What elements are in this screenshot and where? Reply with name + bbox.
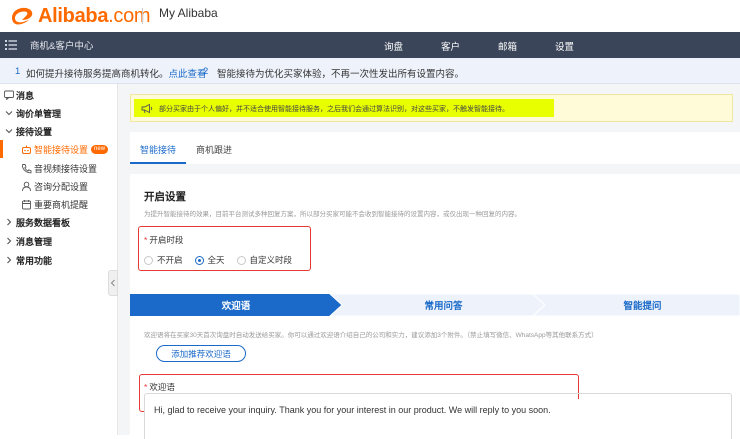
radio-circle-selected [194,255,204,265]
tip-number: 2 [203,66,209,77]
chevron-right-icon [7,256,12,264]
sidebar-item-label: 常用功能 [16,255,53,266]
nav-section-title: 商机&客户中心 [30,41,94,52]
tip-text: 智能接待为优化买家体验，不再一次性发出所有设置内容。 [217,69,465,80]
nav-item-customers[interactable]: 客户 [441,39,460,53]
message-icon [4,90,14,100]
sidebar-item-label: 消息管理 [16,236,53,247]
sidebar-item-label: 消息 [16,90,35,101]
main-content: 部分买家由于个人偏好，并不适合使用智能接待服务，之后我们会通过算法识别，对这些买… [118,84,740,439]
period-label: * 开启时段 [144,235,184,245]
tip-link[interactable]: 点此查看 [169,69,207,80]
sidebar-item-label: 服务数据看板 [16,217,71,228]
tab-opportunity-followup[interactable]: 商机跟进 [196,143,232,156]
radio-custom-period[interactable]: 自定义时段 [236,254,292,266]
step-smart-question[interactable]: 智能提问 [545,294,740,316]
tabs-bar: 智能接待 商机跟进 [130,132,740,164]
top-header: Alibaba.com My Alibaba [0,0,740,32]
section-title: 开启设置 [144,191,186,203]
app-name[interactable]: My Alibaba [159,6,218,20]
robot-icon [22,145,31,154]
step-welcome[interactable]: 欢迎语 [130,294,342,316]
period-radio-group: 不开启 全天 自定义时段 [144,254,304,266]
tip-number: 1 [15,66,21,77]
menu-icon[interactable] [5,39,17,51]
nav-item-mailbox[interactable]: 邮箱 [498,39,517,53]
active-indicator [0,140,3,158]
notice-text: 部分买家由于个人偏好，并不适合使用智能接待服务，之后我们会通过算法识别，对这些买… [159,106,509,113]
sidebar: 消息 询价单管理 接待设置 智能接待设置 new 音视频接待设置 咨询分配设置 … [0,84,118,435]
user-icon [22,181,31,191]
sidebar-item-messages[interactable]: 消息 [0,86,118,104]
sidebar-item-quotations[interactable]: 询价单管理 [0,104,118,122]
chevron-down-icon [5,111,13,116]
sidebar-collapse-handle[interactable] [108,270,118,296]
sidebar-item-label: 智能接待设置 [34,144,89,155]
chevron-right-icon [7,237,12,245]
welcome-text-field[interactable]: Hi, glad to receive your inquiry. Thank … [144,399,732,439]
welcome-label: * 欢迎语 [144,382,175,392]
megaphone-icon [141,103,153,114]
sidebar-item-av-reception[interactable]: 音视频接待设置 [0,159,118,177]
sidebar-item-inquiry-allocation[interactable]: 咨询分配设置 [0,177,118,195]
calendar-icon [22,199,31,209]
sidebar-item-service-dashboard[interactable]: 服务数据看板 [0,213,118,231]
sidebar-item-label: 音视频接待设置 [34,163,98,174]
radio-all-day[interactable]: 全天 [194,254,225,266]
step-common-qa[interactable]: 常用问答 [342,294,545,316]
chevron-down-icon [5,129,13,134]
add-recommended-welcome-button[interactable]: 添加推荐欢迎语 [156,345,246,362]
sidebar-item-opportunity-reminder[interactable]: 重要商机提醒 [0,195,118,213]
phone-icon [22,163,32,173]
header-divider [142,8,143,24]
sidebar-item-label: 咨询分配设置 [34,181,89,192]
settings-card: 开启设置 为提升智能接待的效果，目前平台测试多种回复方案，所以部分买家可能不会收… [130,174,740,439]
nav-item-settings[interactable]: 设置 [555,39,574,53]
notice-banner: 部分买家由于个人偏好，并不适合使用智能接待服务，之后我们会通过算法识别，对这些买… [130,94,733,122]
sidebar-item-label: 询价单管理 [16,108,62,119]
sidebar-item-smart-reception[interactable]: 智能接待设置 new [0,140,118,158]
logo-text: Alibaba.com [38,4,151,27]
tip-text: 如何提升接待服务提高商机转化。点此查看 [26,69,207,80]
alibaba-logo[interactable]: Alibaba.com [8,2,151,30]
alibaba-logo-icon [12,7,33,25]
active-tab-underline [130,162,186,164]
radio-off[interactable]: 不开启 [144,254,183,266]
welcome-description: 欢迎语将在买家30天首次询盘时自动发送给买家。你可以通过欢迎语介绍自己的公司和实… [144,332,598,339]
radio-circle [144,255,153,265]
radio-circle [236,255,246,265]
new-badge: new [91,144,109,154]
main-navbar: 商机&客户中心 询盘 客户 邮箱 设置 [0,32,740,58]
chevron-left-icon [110,279,115,287]
sidebar-item-message-management[interactable]: 消息管理 [0,232,118,250]
sidebar-item-reception[interactable]: 接待设置 [0,122,118,140]
chevron-right-icon [7,218,12,226]
tips-bar: 1 如何提升接待服务提高商机转化。点此查看 2 智能接待为优化买家体验，不再一次… [0,58,740,84]
sidebar-item-label: 重要商机提醒 [34,199,89,210]
nav-item-inquiry[interactable]: 询盘 [384,39,403,53]
sidebar-item-common-functions[interactable]: 常用功能 [0,251,118,269]
section-description: 为提升智能接待的效果，目前平台测试多种回复方案，所以部分买家可能不会收到智能接待… [144,211,521,218]
sidebar-item-label: 接待设置 [16,126,53,137]
tab-smart-reception[interactable]: 智能接待 [140,143,176,156]
